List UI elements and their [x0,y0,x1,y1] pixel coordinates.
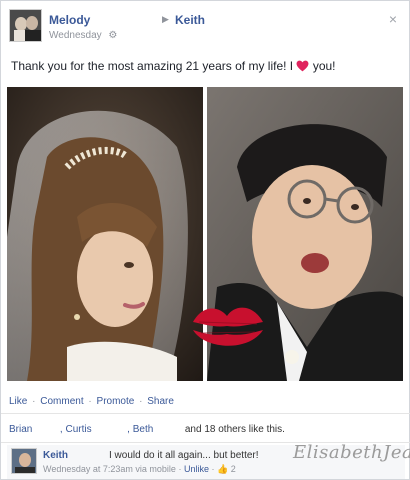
target-name[interactable]: Keith [175,13,205,27]
comment-timestamp[interactable]: Wednesday at 7:23am via mobile [43,464,176,474]
liker-name[interactable]: , Beth [127,424,153,435]
commenter-name[interactable]: Keith [43,450,68,461]
post-actions: Like · Comment · Promote · Share [9,396,174,407]
likes-summary: Brian , Curtis , Beth and 18 others like… [9,424,285,435]
promote-link[interactable]: Promote [97,396,135,407]
status-text-after: you! [312,59,336,73]
post-header: Melody ▶ Keith Wednesday ⚙ × [9,9,401,49]
thumbs-up-icon: 👍 [217,464,229,474]
author-avatar[interactable] [9,9,42,42]
photographer-watermark: ElisabethJean [293,442,410,463]
unlike-link[interactable]: Unlike [184,464,209,474]
heart-icon [297,60,309,72]
status-text: Thank you for the most amazing 21 years … [11,59,336,73]
post-timestamp: Wednesday ⚙ [49,30,117,41]
author-name[interactable]: Melody [49,13,90,27]
liker-name[interactable]: , Curtis [60,424,92,435]
commenter-avatar[interactable] [11,448,37,474]
divider [1,413,410,414]
meta-separator: · [211,464,215,474]
comment-text: I would do it all again... but better! [109,450,259,461]
action-separator: · [139,396,143,407]
arrow-icon: ▶ [162,14,169,24]
bride-photo[interactable] [7,87,203,381]
photo-collage[interactable] [7,87,403,381]
status-text-before: Thank you for the most amazing 21 years … [11,59,294,73]
lipstick-kiss-icon [193,307,263,346]
comment-meta: Wednesday at 7:23am via mobile · Unlike … [43,464,236,475]
audience-icon[interactable]: ⚙ [108,30,117,41]
comment-link[interactable]: Comment [40,396,83,407]
likes-others[interactable]: and 18 others like this. [185,424,285,435]
timestamp-text[interactable]: Wednesday [49,30,102,41]
meta-separator: · [178,464,182,474]
like-link[interactable]: Like [9,396,27,407]
close-icon[interactable]: × [389,11,397,27]
facebook-post: Melody ▶ Keith Wednesday ⚙ × Thank you f… [0,0,410,480]
action-separator: · [32,396,36,407]
liker-name[interactable]: Brian [9,424,32,435]
comment-like-count[interactable]: 2 [231,464,236,474]
action-separator: · [88,396,92,407]
share-link[interactable]: Share [147,396,174,407]
